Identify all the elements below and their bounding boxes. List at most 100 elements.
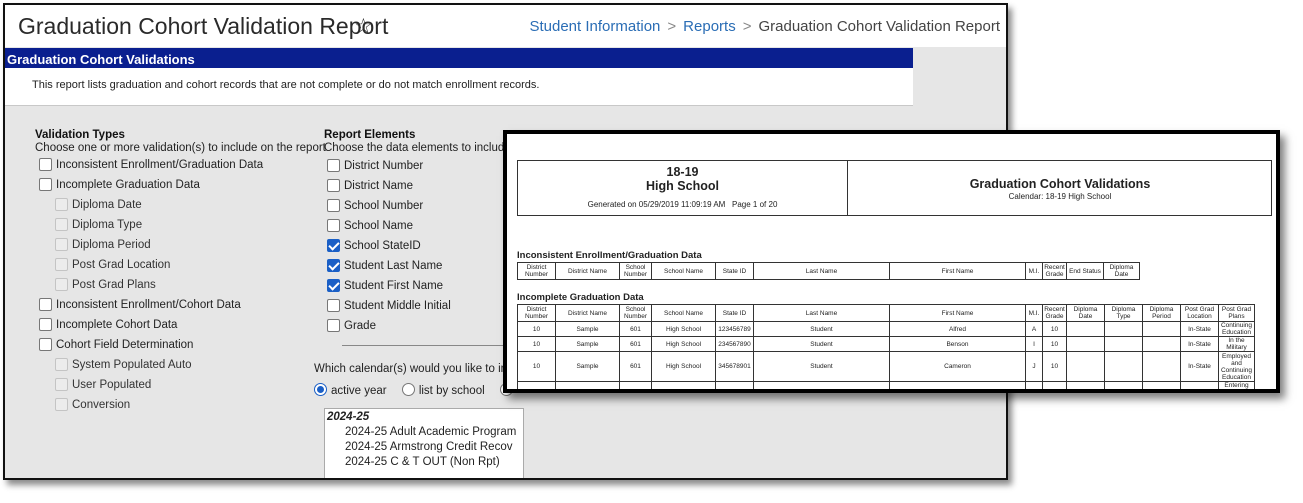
element-checkbox-label: School Number (344, 199, 424, 212)
element-checkbox[interactable]: School Number (327, 199, 423, 212)
page-title: Graduation Cohort Validation Report (18, 13, 389, 39)
table-incomplete-graduation: District Number District Name School Numbe… (517, 304, 1255, 389)
element-checkbox[interactable]: District Number (327, 159, 423, 172)
checkbox-checked-icon[interactable] (327, 279, 340, 292)
checkbox-icon[interactable] (39, 338, 52, 351)
checkbox-icon[interactable] (327, 299, 340, 312)
report-title: Graduation Cohort Validations (969, 177, 1151, 191)
element-checkbox[interactable]: School StateID (327, 239, 421, 252)
table-cell: Student (753, 336, 890, 352)
report-school: High School (646, 179, 719, 193)
calendar-option[interactable]: 2024-25 Armstrong Credit Recov (325, 438, 523, 453)
checkbox-icon[interactable] (327, 319, 340, 332)
calendar-option[interactable]: 2024-25 Adult Academic Program (325, 423, 523, 438)
element-checkbox[interactable]: Student First Name (327, 279, 443, 292)
element-checkbox-label: Student Middle Initial (344, 299, 451, 312)
table-row: Entering the (517, 381, 1255, 389)
table-cell: 10 (1042, 351, 1067, 382)
table-cell: 10 (517, 351, 556, 382)
checkbox-icon[interactable] (327, 199, 340, 212)
validation-checkbox: Post Grad Location (55, 258, 170, 271)
radio-list-by-school[interactable]: list by school (401, 383, 485, 397)
validation-checkbox[interactable]: Cohort Field Determination (39, 338, 193, 351)
table-cell (1066, 321, 1105, 337)
column-header: First Name (889, 304, 1026, 322)
table-cell: Entering the (1218, 381, 1255, 389)
validation-checkbox: Conversion (55, 398, 130, 411)
element-checkbox-label: District Name (344, 179, 414, 192)
column-header: School Number (619, 304, 652, 322)
element-checkbox[interactable]: District Name (327, 179, 413, 192)
radio-list-by-school-label: list by school (418, 385, 485, 397)
validation-checkbox: Diploma Date (55, 198, 142, 211)
chevron-right-icon: > (667, 18, 677, 35)
validation-checkbox[interactable]: Inconsistent Enrollment/Cohort Data (39, 298, 241, 311)
checkbox-checked-icon[interactable] (327, 259, 340, 272)
checkbox-icon (55, 358, 68, 371)
table-cell: In the Military (1218, 336, 1255, 352)
checkbox-icon[interactable] (39, 298, 52, 311)
validation-checkbox-label: Inconsistent Enrollment/Cohort Data (56, 298, 241, 311)
breadcrumb-student-information[interactable]: Student Information (529, 18, 660, 35)
table-cell (753, 381, 890, 389)
column-header: Recent Grade (1042, 262, 1067, 280)
validation-checkbox[interactable]: Inconsistent Enrollment/Graduation Data (39, 158, 263, 171)
table-cell: Student (753, 351, 890, 382)
radio-active-year[interactable]: active year (314, 383, 387, 397)
column-header: First Name (889, 262, 1026, 280)
element-checkbox[interactable]: Grade (327, 319, 376, 332)
table-row: 10 Sample 601 High School 345678901 Student Ca… (517, 351, 1255, 382)
checkbox-icon[interactable] (39, 178, 52, 191)
checkbox-icon[interactable] (327, 219, 340, 232)
radio-unselected-icon[interactable] (401, 383, 415, 396)
table-cell: 10 (517, 336, 556, 352)
checkbox-checked-icon[interactable] (327, 239, 340, 252)
column-header: Diploma Date (1066, 304, 1105, 322)
report-page-number: Page 1 of 20 (732, 200, 778, 209)
table-cell: Continuing Education (1218, 321, 1255, 337)
checkbox-icon[interactable] (39, 318, 52, 331)
table-cell: High School (651, 336, 716, 352)
calendar-option[interactable]: 2024-25 C & T OUT (Non Rpt) (325, 453, 523, 468)
table-cell: Alfred (889, 321, 1026, 337)
element-checkbox[interactable]: Student Last Name (327, 259, 442, 272)
checkbox-icon[interactable] (39, 158, 52, 171)
table-cell (517, 381, 556, 389)
validation-checkbox: Diploma Type (55, 218, 142, 231)
star-icon[interactable]: ☆ (354, 14, 373, 39)
table-cell: 234567890 (715, 336, 754, 352)
table-cell: 601 (619, 351, 652, 382)
validation-checkbox[interactable]: Incomplete Graduation Data (39, 178, 200, 191)
validation-checkbox[interactable]: Incomplete Cohort Data (39, 318, 177, 331)
page-header: Graduation Cohort Validation Report ☆ St… (5, 5, 1006, 47)
validation-checkbox: System Populated Auto (55, 358, 192, 371)
element-checkbox[interactable]: School Name (327, 219, 413, 232)
table-cell (889, 381, 1026, 389)
table-cell (1104, 381, 1143, 389)
radio-selected-icon[interactable] (314, 383, 327, 396)
table-cell (619, 381, 652, 389)
column-header: Diploma Date (1103, 262, 1140, 280)
element-checkbox[interactable]: Student Middle Initial (327, 299, 451, 312)
validation-checkbox-label: Diploma Type (72, 218, 143, 231)
breadcrumb-reports[interactable]: Reports (683, 18, 736, 35)
report-calendar: Calendar: 18-19 High School (1008, 192, 1112, 201)
checkbox-icon[interactable] (327, 159, 340, 172)
table-cell: 601 (619, 336, 652, 352)
validation-checkbox-label: Inconsistent Enrollment/Graduation Data (56, 158, 264, 171)
calendar-listbox[interactable]: 2024-25 2024-25 Adult Academic Program 2… (324, 408, 524, 478)
report-elements-subtext: Choose the data elements to include o (324, 142, 521, 154)
table-header-row: District Number District Name School Numbe… (517, 262, 1140, 280)
checkbox-icon (55, 378, 68, 391)
element-checkbox-label: Student First Name (344, 279, 444, 292)
table-cell: High School (651, 351, 716, 382)
table-row: 10 Sample 601 High School 123456789 Student Al… (517, 321, 1255, 337)
checkbox-icon[interactable] (327, 179, 340, 192)
column-header: State ID (715, 262, 754, 280)
section-title-incomplete-graduation: Incomplete Graduation Data (517, 292, 644, 303)
table-cell (1066, 351, 1105, 382)
table-cell (1104, 351, 1143, 382)
validation-checkbox-label: Incomplete Graduation Data (56, 178, 200, 191)
calendar-question-text: Which calendar(s) would you like to incl… (314, 363, 522, 375)
table-cell (1025, 381, 1043, 389)
